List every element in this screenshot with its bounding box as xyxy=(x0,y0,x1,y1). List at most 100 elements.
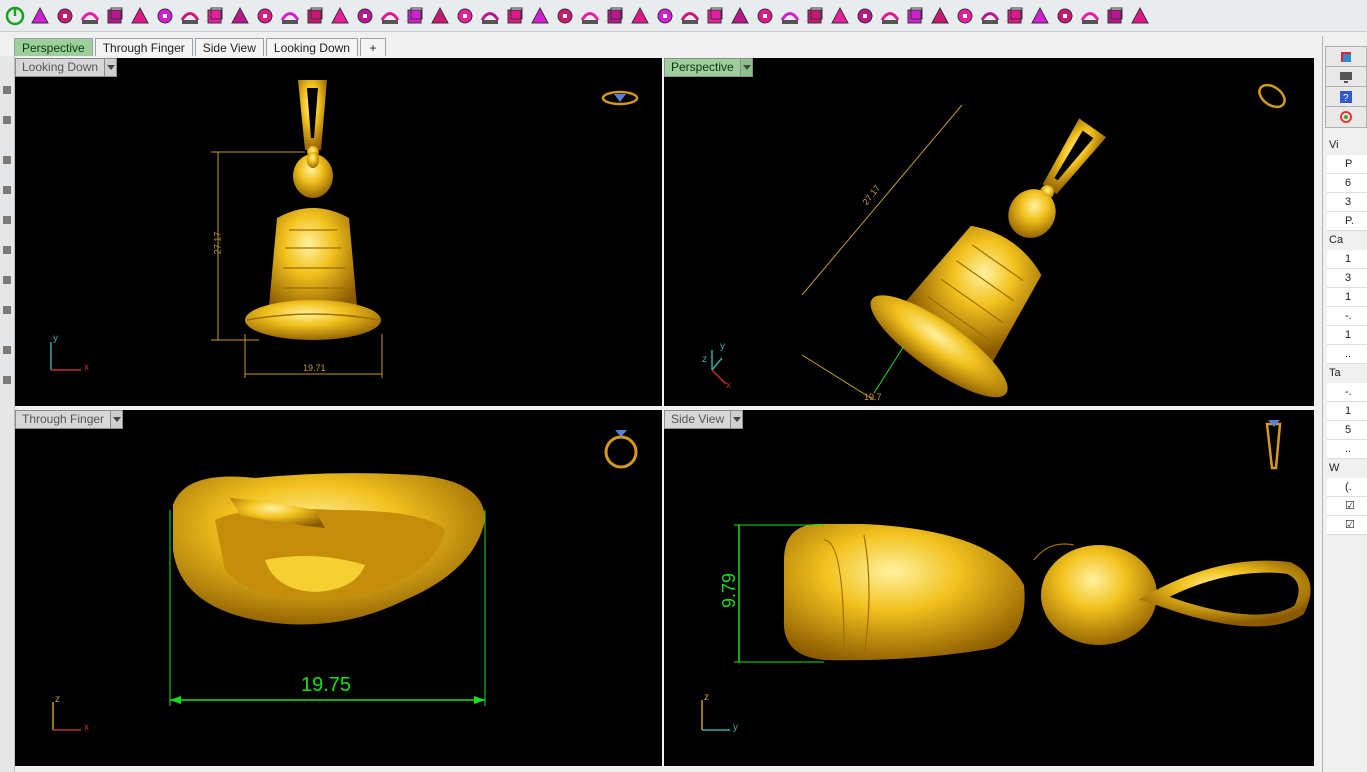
toolbar-command-icon[interactable] xyxy=(254,5,276,27)
toolbar-command-icon[interactable] xyxy=(629,5,651,27)
property-value[interactable]: 1 xyxy=(1327,250,1367,269)
toolbar-command-icon[interactable] xyxy=(229,5,251,27)
strip-tool-icon[interactable] xyxy=(3,306,11,314)
model-render-side xyxy=(701,420,1311,731)
property-value[interactable]: .. xyxy=(1327,345,1367,364)
toolbar-command-icon[interactable] xyxy=(129,5,151,27)
strip-tool-icon[interactable] xyxy=(3,246,11,254)
toolbar-command-icon[interactable] xyxy=(679,5,701,27)
strip-tool-icon[interactable] xyxy=(3,116,11,124)
toolbar-command-icon[interactable] xyxy=(354,5,376,27)
property-value[interactable]: 6 xyxy=(1327,174,1367,193)
toolbar-command-icon[interactable] xyxy=(1029,5,1051,27)
strip-tool-icon[interactable] xyxy=(3,276,11,284)
toolbar-command-icon[interactable] xyxy=(529,5,551,27)
property-value[interactable]: 1 xyxy=(1327,288,1367,307)
toolbar-command-icon[interactable] xyxy=(704,5,726,27)
viewport-side-view[interactable]: Side View 9.79 z y xyxy=(664,410,1314,766)
toolbar-command-icon[interactable] xyxy=(1104,5,1126,27)
tab-looking-down[interactable]: Looking Down xyxy=(265,38,358,56)
strip-tool-icon[interactable] xyxy=(3,346,11,354)
toolbar-command-icon[interactable] xyxy=(379,5,401,27)
toolbar-command-icon[interactable] xyxy=(329,5,351,27)
toolbar-command-icon[interactable] xyxy=(1079,5,1101,27)
svg-text:?: ? xyxy=(1343,93,1349,104)
toolbar-command-icon[interactable] xyxy=(429,5,451,27)
toolbar-command-icon[interactable] xyxy=(979,5,1001,27)
property-value[interactable]: 3 xyxy=(1327,193,1367,212)
tab-side-view[interactable]: Side View xyxy=(194,38,264,56)
toolbar-command-icon[interactable] xyxy=(654,5,676,27)
toolbar-command-icon[interactable] xyxy=(754,5,776,27)
toolbar-command-icon[interactable] xyxy=(204,5,226,27)
panel-tab-properties-icon[interactable] xyxy=(1325,106,1367,128)
viewport-menu-arrow-icon[interactable] xyxy=(104,59,117,76)
toolbar-command-icon[interactable] xyxy=(929,5,951,27)
toolbar-command-icon[interactable] xyxy=(729,5,751,27)
property-value[interactable]: (. xyxy=(1327,478,1367,497)
property-value[interactable]: 5 xyxy=(1327,421,1367,440)
toolbar-command-icon[interactable] xyxy=(879,5,901,27)
toolbar-command-icon[interactable] xyxy=(604,5,626,27)
property-value[interactable]: ☑ xyxy=(1327,516,1367,535)
toolbar-command-icon[interactable] xyxy=(179,5,201,27)
toolbar-command-icon[interactable] xyxy=(579,5,601,27)
axis-label-y: y xyxy=(733,722,738,733)
toolbar-command-icon[interactable] xyxy=(954,5,976,27)
add-tab-button[interactable]: + xyxy=(359,38,386,56)
viewport-label-looking-down[interactable]: Looking Down xyxy=(15,58,118,77)
toolbar-command-icon[interactable] xyxy=(554,5,576,27)
axis-label-x: x xyxy=(84,362,89,373)
toolbar-command-icon[interactable] xyxy=(79,5,101,27)
main-toolbar xyxy=(0,0,1367,32)
toolbar-command-icon[interactable] xyxy=(904,5,926,27)
toolbar-command-icon[interactable] xyxy=(29,5,51,27)
toolbar-command-icon[interactable] xyxy=(404,5,426,27)
tab-perspective[interactable]: Perspective xyxy=(14,38,93,56)
power-icon[interactable] xyxy=(4,5,26,27)
panel-tab-help-icon[interactable]: ? xyxy=(1325,86,1367,108)
viewport-through-finger[interactable]: Through Finger 19.75 z x xyxy=(15,410,662,766)
viewport-label-through-finger[interactable]: Through Finger xyxy=(15,410,124,429)
viewport-menu-arrow-icon[interactable] xyxy=(730,411,743,428)
strip-tool-icon[interactable] xyxy=(3,156,11,164)
toolbar-command-icon[interactable] xyxy=(304,5,326,27)
viewport-perspective[interactable]: Perspective 27.17 19.7 z y x xyxy=(664,58,1314,406)
panel-tab-display-icon[interactable] xyxy=(1325,66,1367,88)
panel-tab-layers-icon[interactable] xyxy=(1325,46,1367,68)
toolbar-command-icon[interactable] xyxy=(779,5,801,27)
toolbar-command-icon[interactable] xyxy=(279,5,301,27)
viewport-looking-down[interactable]: Looking Down 27.17 19.71 y x xyxy=(15,58,662,406)
toolbar-command-icon[interactable] xyxy=(479,5,501,27)
property-value[interactable]: -. xyxy=(1327,307,1367,326)
strip-tool-icon[interactable] xyxy=(3,186,11,194)
strip-tool-icon[interactable] xyxy=(3,216,11,224)
toolbar-command-icon[interactable] xyxy=(54,5,76,27)
viewport-label-perspective[interactable]: Perspective xyxy=(664,58,753,77)
property-value[interactable]: 3 xyxy=(1327,269,1367,288)
toolbar-command-icon[interactable] xyxy=(104,5,126,27)
toolbar-command-icon[interactable] xyxy=(854,5,876,27)
property-value[interactable]: 1 xyxy=(1327,326,1367,345)
property-value[interactable]: 1 xyxy=(1327,402,1367,421)
strip-tool-icon[interactable] xyxy=(3,86,11,94)
toolbar-command-icon[interactable] xyxy=(804,5,826,27)
viewport-menu-arrow-icon[interactable] xyxy=(739,59,752,76)
property-value[interactable]: -. xyxy=(1327,383,1367,402)
property-value[interactable]: P. xyxy=(1327,212,1367,231)
toolbar-command-icon[interactable] xyxy=(1054,5,1076,27)
property-value[interactable]: ☑ xyxy=(1327,497,1367,516)
toolbar-command-icon[interactable] xyxy=(154,5,176,27)
toolbar-command-icon[interactable] xyxy=(454,5,476,27)
viewport-menu-arrow-icon[interactable] xyxy=(110,411,123,428)
toolbar-command-icon[interactable] xyxy=(1004,5,1026,27)
property-value[interactable]: .. xyxy=(1327,440,1367,459)
tab-through-finger[interactable]: Through Finger xyxy=(94,38,193,56)
strip-tool-icon[interactable] xyxy=(3,376,11,384)
viewport-label-side-view[interactable]: Side View xyxy=(664,410,744,429)
toolbar-command-icon[interactable] xyxy=(504,5,526,27)
toolbar-command-icon[interactable] xyxy=(1129,5,1151,27)
toolbar-command-icon[interactable] xyxy=(829,5,851,27)
dimension-label-height: 27.17 xyxy=(212,231,223,255)
property-value[interactable]: P xyxy=(1327,155,1367,174)
